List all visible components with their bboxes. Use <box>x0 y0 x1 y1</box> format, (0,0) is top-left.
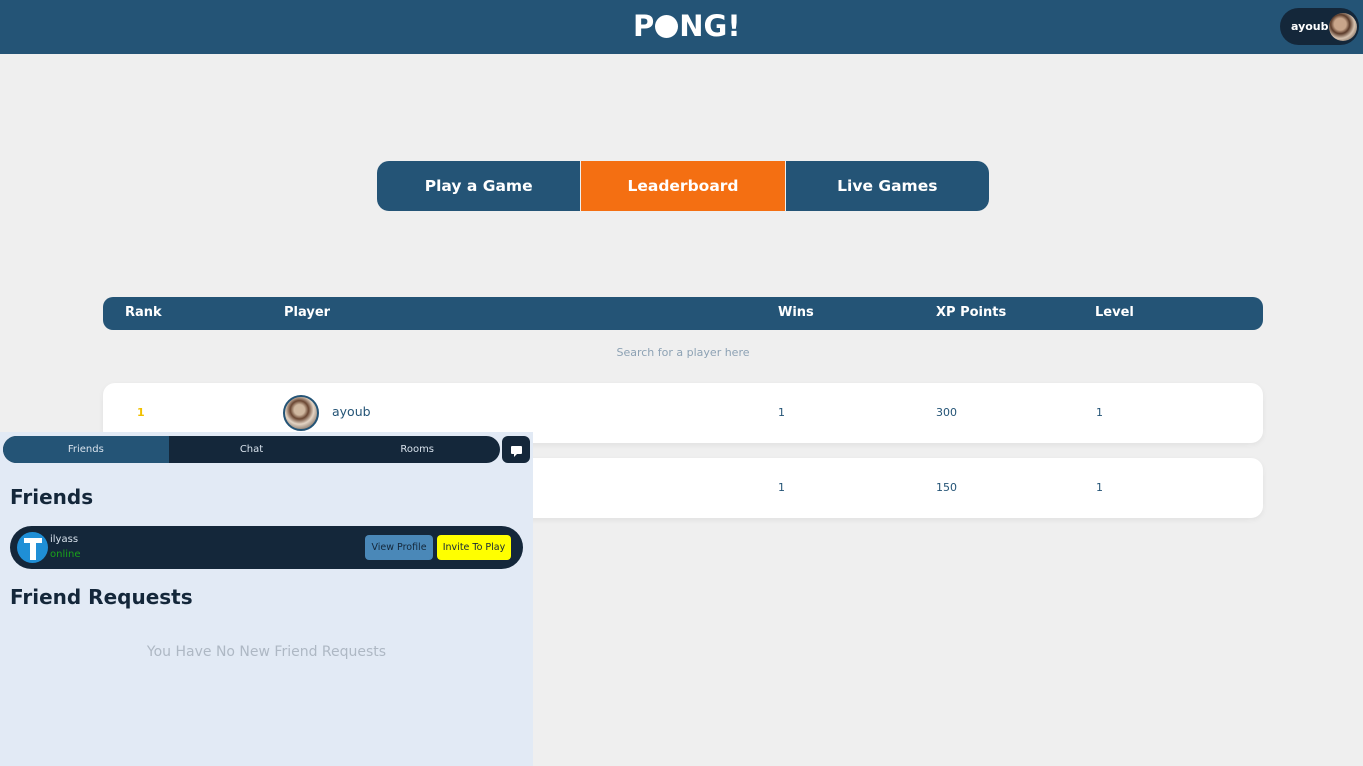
invite-to-play-button[interactable]: Invite To Play <box>437 535 511 560</box>
column-rank: Rank <box>125 305 162 320</box>
player-name[interactable]: ayoub <box>332 404 371 419</box>
social-panel: Friends Chat Rooms Friends ilyass online… <box>0 432 533 766</box>
tab-chat[interactable]: Chat <box>169 436 335 463</box>
wins-cell: 1 <box>778 481 785 494</box>
leaderboard-header: Rank Player Wins XP Points Level <box>103 297 1263 330</box>
column-xp-points: XP Points <box>936 305 1007 320</box>
column-wins: Wins <box>778 305 814 320</box>
main-tabs: Play a Game Leaderboard Live Games <box>377 161 989 211</box>
level-cell: 1 <box>1096 481 1103 494</box>
pong-logo[interactable]: P NG! <box>633 8 741 44</box>
chat-toggle-button[interactable] <box>502 436 530 463</box>
tab-live-games[interactable]: Live Games <box>784 161 989 211</box>
no-requests-message: You Have No New Friend Requests <box>146 644 387 660</box>
user-avatar <box>1329 12 1357 41</box>
friend-avatar <box>17 532 48 563</box>
top-bar: P NG! ayoub <box>0 0 1363 54</box>
tab-rooms[interactable]: Rooms <box>334 436 500 463</box>
tab-leaderboard[interactable]: Leaderboard <box>580 161 785 211</box>
friend-requests-heading: Friend Requests <box>10 585 193 609</box>
friends-heading: Friends <box>10 485 94 509</box>
view-profile-button[interactable]: View Profile <box>365 535 433 560</box>
column-level: Level <box>1095 305 1134 320</box>
player-search-input[interactable]: Search for a player here <box>103 346 1263 359</box>
panel-tabs: Friends Chat Rooms <box>3 436 500 463</box>
tab-friends[interactable]: Friends <box>3 436 169 463</box>
friend-name: ilyass <box>50 534 79 545</box>
level-cell: 1 <box>1096 406 1103 419</box>
rank-cell: 1 <box>137 406 145 419</box>
xp-cell: 150 <box>936 481 957 494</box>
wins-cell: 1 <box>778 406 785 419</box>
username-label: ayoub <box>1291 20 1329 33</box>
friend-item: ilyass online View Profile Invite To Pla… <box>10 526 523 569</box>
xp-cell: 300 <box>936 406 957 419</box>
logo-text-start: P <box>633 9 655 43</box>
tab-play-a-game[interactable]: Play a Game <box>377 161 581 211</box>
user-menu[interactable]: ayoub <box>1280 8 1359 45</box>
logo-text-end: NG! <box>679 9 741 43</box>
ball-icon <box>655 14 679 38</box>
friend-status: online <box>50 549 81 560</box>
chat-bubble-icon <box>510 445 522 457</box>
player-avatar <box>283 395 319 431</box>
column-player: Player <box>284 305 331 320</box>
